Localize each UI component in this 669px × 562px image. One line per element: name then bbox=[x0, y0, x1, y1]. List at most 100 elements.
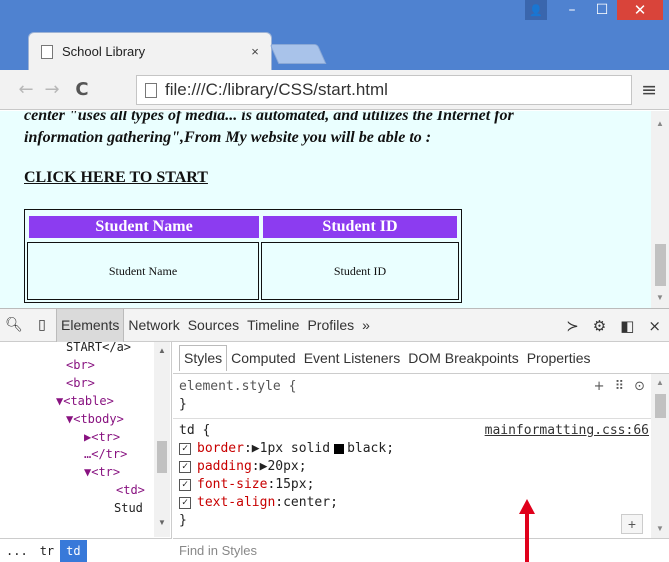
dom-line[interactable]: Stud bbox=[114, 500, 143, 517]
close-devtools-icon[interactable]: × bbox=[648, 317, 661, 335]
chrome-menu-icon[interactable]: ≡ bbox=[641, 79, 657, 101]
page-viewport: center "uses all types of media... is au… bbox=[0, 111, 669, 308]
tab-timeline[interactable]: Timeline bbox=[243, 309, 303, 342]
find-in-styles-input[interactable]: Find in Styles bbox=[173, 538, 669, 562]
dom-line[interactable]: <br> bbox=[66, 375, 95, 392]
property-value[interactable]: ▶20px; bbox=[260, 458, 307, 476]
element-state-icon[interactable]: ⠿ bbox=[615, 378, 625, 396]
device-mode-icon[interactable]: ▯ bbox=[28, 317, 56, 333]
start-link[interactable]: CLICK HERE TO START bbox=[24, 169, 208, 187]
dom-line[interactable]: <br> bbox=[66, 357, 95, 374]
scroll-thumb[interactable] bbox=[157, 441, 167, 473]
browser-tab[interactable]: School Library × bbox=[28, 32, 272, 70]
scroll-up-icon[interactable]: ▲ bbox=[154, 346, 170, 355]
settings-gear-icon[interactable]: ⚙ bbox=[593, 317, 606, 335]
property-value[interactable]: ▶1px solid bbox=[252, 440, 330, 458]
scroll-up-icon[interactable]: ▲ bbox=[651, 378, 669, 387]
property-name[interactable]: text-align bbox=[197, 494, 275, 512]
dom-line-text: ▶<tr> bbox=[84, 430, 121, 444]
property-name[interactable]: border bbox=[197, 440, 244, 458]
dom-line[interactable]: ▼<table> bbox=[56, 393, 114, 410]
dom-tree: START</a> <br> <br> ▼<table> ▼<tbody> ▶<… bbox=[0, 342, 172, 545]
property-checkbox[interactable]: ✓ bbox=[179, 443, 191, 455]
property-name[interactable]: padding bbox=[197, 458, 252, 476]
scroll-up-icon[interactable]: ▲ bbox=[651, 119, 669, 128]
header-student-name: Student Name bbox=[29, 216, 259, 238]
element-style-selector: element.style { bbox=[179, 379, 297, 394]
header-student-id: Student ID bbox=[263, 216, 457, 238]
breadcrumb-item[interactable]: tr bbox=[34, 540, 60, 562]
styles-tabbar: Styles Computed Event Listeners DOM Brea… bbox=[173, 342, 669, 374]
dom-line[interactable]: <td> bbox=[116, 482, 145, 499]
close-tab-icon[interactable]: × bbox=[243, 44, 267, 59]
tab-styles[interactable]: Styles bbox=[179, 344, 228, 371]
tab-dom-breakpoints[interactable]: DOM Breakpoints bbox=[404, 345, 522, 371]
page-scrollbar[interactable]: ▲ ▼ bbox=[651, 111, 669, 308]
scroll-down-icon[interactable]: ▼ bbox=[651, 293, 669, 302]
scroll-down-icon[interactable]: ▼ bbox=[651, 524, 669, 533]
tab-profiles[interactable]: Profiles bbox=[303, 309, 358, 342]
url-text: file:///C:/library/CSS/start.html bbox=[165, 80, 388, 99]
dom-line[interactable]: ▼<tbody> bbox=[66, 411, 124, 428]
reload-button[interactable]: C bbox=[70, 79, 94, 100]
tab-elements[interactable]: Elements bbox=[56, 308, 125, 342]
dom-line[interactable]: START</a> bbox=[66, 342, 131, 356]
tab-sources[interactable]: Sources bbox=[184, 309, 243, 342]
styles-scrollbar[interactable]: ▲ ▼ bbox=[651, 374, 669, 538]
dom-line-text: ▼<table> bbox=[56, 394, 114, 408]
more-tabs-icon[interactable]: » bbox=[358, 309, 374, 342]
dom-line[interactable]: ▼<tr> bbox=[84, 464, 120, 481]
tab-network[interactable]: Network bbox=[124, 309, 183, 342]
forward-button[interactable]: → bbox=[40, 79, 64, 100]
page-icon bbox=[41, 44, 53, 59]
dom-scrollbar[interactable]: ▲ ▼ bbox=[154, 342, 170, 537]
user-icon[interactable]: 👤 bbox=[525, 0, 547, 20]
rule-source-link[interactable]: mainformatting.css:66 bbox=[485, 422, 649, 440]
intro-line-1: center "uses all types of media... is au… bbox=[24, 111, 514, 124]
dom-line[interactable]: …</tr> bbox=[84, 446, 127, 463]
tab-title: School Library bbox=[62, 44, 146, 59]
back-button[interactable]: ← bbox=[14, 79, 38, 100]
tab-event-listeners[interactable]: Event Listeners bbox=[300, 345, 405, 371]
property-value[interactable]: 15px; bbox=[275, 476, 314, 494]
rule-close-brace: } bbox=[179, 397, 187, 412]
property-checkbox[interactable]: ✓ bbox=[179, 497, 191, 509]
property-checkbox[interactable]: ✓ bbox=[179, 479, 191, 491]
dom-line[interactable]: ▶<tr> bbox=[84, 429, 120, 446]
scroll-thumb[interactable] bbox=[655, 394, 666, 418]
breadcrumb-item-selected[interactable]: td bbox=[60, 539, 87, 562]
css-property: ✓ text-align: center; bbox=[179, 494, 649, 512]
element-style-rule: element.style { } + ⠿ ⊙ bbox=[179, 378, 649, 414]
dock-side-icon[interactable]: ◧ bbox=[620, 317, 634, 335]
new-rule-icon[interactable]: + bbox=[594, 378, 605, 396]
color-swatch-icon[interactable] bbox=[334, 444, 345, 454]
breadcrumb-item[interactable]: ... bbox=[0, 540, 34, 562]
dom-line-text: <br> bbox=[66, 376, 95, 390]
tab-properties[interactable]: Properties bbox=[523, 345, 595, 371]
console-drawer-icon[interactable]: ≻ bbox=[566, 317, 579, 335]
property-value[interactable]: center; bbox=[283, 494, 338, 512]
scroll-thumb[interactable] bbox=[655, 244, 666, 286]
property-value-color[interactable]: black; bbox=[347, 440, 394, 458]
add-property-button[interactable]: + bbox=[621, 514, 643, 534]
scroll-down-icon[interactable]: ▼ bbox=[154, 518, 170, 527]
dom-line-text: ▼<tbody> bbox=[66, 412, 124, 426]
maximize-button[interactable]: ☐ bbox=[587, 0, 617, 20]
student-table: Student Name Student ID Student Name Stu… bbox=[24, 209, 462, 303]
property-checkbox[interactable]: ✓ bbox=[179, 461, 191, 473]
rule-header: td { mainformatting.css:66 bbox=[179, 422, 649, 440]
title-bar: 👤 – ☐ ✕ School Library × bbox=[0, 0, 669, 70]
address-bar[interactable]: file:///C:/library/CSS/start.html bbox=[136, 75, 632, 105]
annotation-arrow-shaft bbox=[525, 512, 529, 562]
td-rule: td { mainformatting.css:66 ✓ border: ▶1px… bbox=[179, 422, 649, 530]
new-tab-button[interactable] bbox=[269, 44, 327, 64]
tab-computed[interactable]: Computed bbox=[227, 345, 300, 371]
animation-icon[interactable]: ⊙ bbox=[634, 378, 645, 396]
minimize-button[interactable]: – bbox=[557, 0, 587, 20]
property-name[interactable]: font-size bbox=[197, 476, 267, 494]
window-controls: 👤 – ☐ ✕ bbox=[525, 0, 663, 28]
close-window-button[interactable]: ✕ bbox=[617, 0, 663, 20]
inspect-icon[interactable]: 🔍︎ bbox=[0, 317, 28, 333]
page-icon bbox=[145, 82, 157, 98]
breadcrumb: ... tr td bbox=[0, 538, 172, 562]
